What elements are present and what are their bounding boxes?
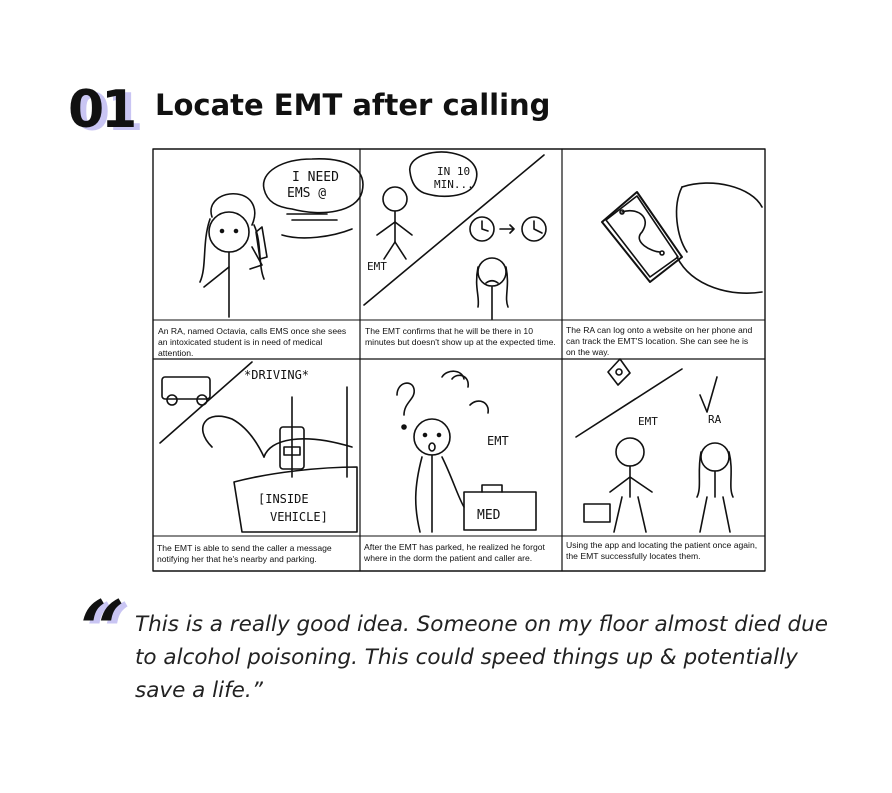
panel-4-caption: The EMT is able to send the caller a mes… — [157, 543, 332, 564]
section-title: Locate EMT after calling — [155, 88, 551, 122]
panel-3-sketch — [601, 182, 763, 295]
storyboard-sketch: I NEED EMS @ IN 10 MIN... EMT *DRIVING* … — [152, 148, 766, 572]
panel-1-caption: An RA, named Octavia, calls EMS once she… — [158, 326, 347, 358]
panel-6-caption: Using the app and locating the patient o… — [566, 540, 758, 561]
panel-5-sketch-text-2: MED — [477, 508, 501, 523]
storyboard-frame — [152, 148, 766, 572]
panel-6-sketch-text-1: EMT — [638, 415, 658, 428]
section-number: 01 01 — [68, 80, 148, 143]
section-number-text: 01 — [68, 80, 137, 140]
panel-4-sketch-text-2: [INSIDE — [258, 492, 309, 506]
panel-6-sketch — [575, 358, 734, 533]
panel-3-caption: The RA can log onto a website on her pho… — [566, 325, 753, 357]
panel-6-sketch-text-2: RA — [708, 413, 722, 426]
panel-4-sketch — [159, 361, 358, 533]
panel-5-caption: After the EMT has parked, he realized he… — [364, 542, 545, 563]
panel-5-sketch-text-1: EMT — [487, 434, 509, 448]
quote-mark-glyph: “ — [80, 584, 125, 675]
testimonial-quote: This is a really good idea. Someone on m… — [135, 612, 829, 703]
panel-2-caption: The EMT confirms that he will be there i… — [365, 326, 556, 347]
panel-2-sketch-text-2: MIN... — [434, 178, 474, 191]
panel-1-sketch-text-2: EMS @ — [287, 186, 326, 201]
panel-2-sketch-text-3: EMT — [367, 260, 387, 273]
panel-1-sketch-text-1: I NEED — [292, 170, 339, 185]
storyboard: I NEED EMS @ IN 10 MIN... EMT *DRIVING* … — [152, 147, 767, 573]
panel-4-sketch-text-3: VEHICLE] — [270, 510, 328, 524]
panel-4-sketch-text-1: *DRIVING* — [244, 368, 309, 382]
panel-2-sketch-text-1: IN 10 — [437, 165, 470, 178]
panel-5-sketch — [396, 370, 537, 533]
